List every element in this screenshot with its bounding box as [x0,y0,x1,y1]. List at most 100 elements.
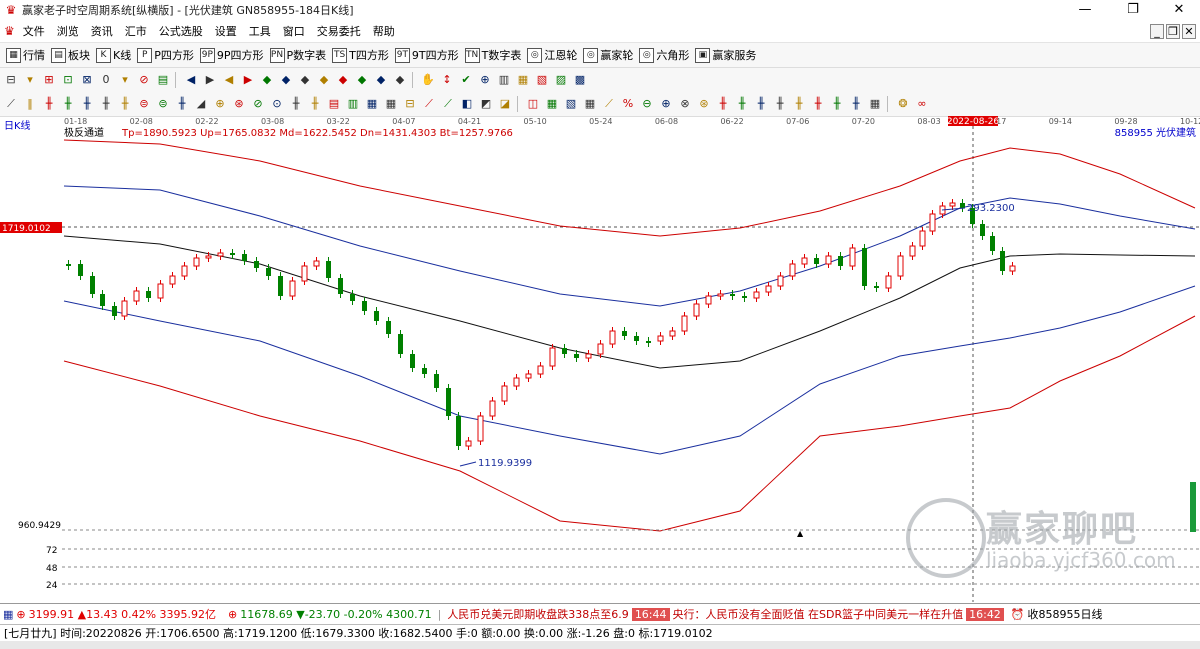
toolbar3-tool-icon-30[interactable]: ▦ [582,96,598,112]
candle[interactable] [634,336,639,341]
toolbar3-tool-icon-27[interactable]: ◫ [525,96,541,112]
candle[interactable] [374,311,379,321]
mdi-minimize-button[interactable]: _ [1150,24,1164,39]
candle[interactable] [338,278,343,294]
toolbar3-tool-icon-34[interactable]: ⊕ [658,96,674,112]
candle[interactable] [562,348,567,354]
candle[interactable] [919,230,926,247]
candle[interactable] [456,416,461,446]
candle[interactable] [597,343,604,355]
candle[interactable] [422,368,427,374]
toolbar3-tool-icon-1[interactable]: ‖ [22,96,38,112]
toolbar3-tool-icon-23[interactable]: ⟋ [440,96,456,112]
toolbar3-tool-icon-11[interactable]: ⊕ [212,96,228,112]
toolbar2-tool-icon-8[interactable]: ▤ [155,72,171,88]
toolbar2-tool-icon-10[interactable]: ▶ [202,72,218,88]
candle[interactable] [814,258,819,264]
toolbar2-tool-icon-29[interactable]: ▩ [572,72,588,88]
candle[interactable] [693,303,700,317]
candle[interactable] [574,354,579,358]
candle[interactable] [862,248,867,286]
toolbar3-tool-icon-40[interactable]: ╫ [772,96,788,112]
news-item-2[interactable]: 央行：人民币没有全面贬值 在SDR篮子中同美元一样在升值 [673,606,964,622]
candle[interactable] [398,334,403,354]
toolbar-button-4[interactable]: 9P 9P四方形 [199,47,264,63]
candle[interactable] [525,373,532,379]
candle[interactable] [301,265,308,282]
toolbar3-tool-icon-2[interactable]: ╫ [41,96,57,112]
candle[interactable] [193,257,200,267]
candle[interactable] [838,256,843,266]
toolbar3-tool-icon-35[interactable]: ⊗ [677,96,693,112]
toolbar2-tool-icon-26[interactable]: ▦ [515,72,531,88]
alarm-icon[interactable]: ⏰ [1011,608,1025,621]
toolbar3-tool-icon-42[interactable]: ╫ [810,96,826,112]
candle[interactable] [90,276,95,294]
candle[interactable] [730,294,735,296]
toolbar-button-5[interactable]: PN P数字表 [269,47,326,63]
candle[interactable] [230,253,235,255]
minimize-button[interactable]: — [1062,0,1108,20]
mdi-restore-button[interactable]: ❐ [1166,24,1180,39]
toolbar3-tool-icon-25[interactable]: ◩ [478,96,494,112]
toolbar3-tool-icon-41[interactable]: ╫ [791,96,807,112]
candle[interactable] [622,331,627,336]
candle[interactable] [765,285,772,293]
candle[interactable] [585,353,592,359]
candle[interactable] [289,280,296,297]
close-button[interactable]: ✕ [1156,0,1200,20]
toolbar3-tool-icon-7[interactable]: ⊜ [136,96,152,112]
toolbar2-tool-icon-21[interactable]: ✋ [420,72,436,88]
candle[interactable] [513,377,520,387]
candle[interactable] [254,261,259,268]
menu-item-0[interactable]: 文件 [17,23,51,39]
candle[interactable] [980,224,985,236]
candle[interactable] [549,347,556,367]
toolbar3-tool-icon-0[interactable]: ⟋ [3,96,19,112]
candle[interactable] [777,275,784,287]
toolbar-button-3[interactable]: P P四方形 [137,47,194,63]
toolbar2-tool-icon-18[interactable]: ◆ [354,72,370,88]
candle[interactable] [669,330,676,337]
toolbar2-tool-icon-11[interactable]: ◀ [221,72,237,88]
news-item-1[interactable]: 人民币兑美元即期收盘跌338点至6.9 [447,606,629,622]
candle[interactable] [949,202,956,207]
candle[interactable] [1000,251,1005,271]
candle[interactable] [266,268,271,276]
toolbar3-tool-icon-18[interactable]: ▥ [345,96,361,112]
toolbar3-tool-icon-33[interactable]: ⊖ [639,96,655,112]
candle[interactable] [157,283,164,299]
toolbar3-tool-icon-22[interactable]: ⟋ [421,96,437,112]
toolbar2-tool-icon-25[interactable]: ▥ [496,72,512,88]
candle[interactable] [100,294,105,306]
candle[interactable] [78,264,83,276]
candle[interactable] [66,264,71,266]
toolbar3-tool-icon-46[interactable]: ❂ [895,96,911,112]
toolbar-button-11[interactable]: ◎ 六角形 [639,47,689,63]
toolbar3-tool-icon-6[interactable]: ╫ [117,96,133,112]
toolbar3-tool-icon-16[interactable]: ╫ [307,96,323,112]
toolbar3-tool-icon-44[interactable]: ╫ [848,96,864,112]
candle[interactable] [350,294,355,301]
candle[interactable] [789,263,796,277]
candle[interactable] [326,261,331,278]
menu-item-5[interactable]: 设置 [209,23,243,39]
toolbar2-tool-icon-24[interactable]: ⊕ [477,72,493,88]
toolbar2-tool-icon-1[interactable]: ▾ [22,72,38,88]
toolbar2-tool-icon-12[interactable]: ▶ [240,72,256,88]
toolbar2-tool-icon-5[interactable]: 0 [98,72,114,88]
toolbar3-tool-icon-5[interactable]: ╫ [98,96,114,112]
toolbar3-tool-icon-8[interactable]: ⊜ [155,96,171,112]
candle[interactable] [169,275,176,285]
candle[interactable] [717,293,724,297]
candle[interactable] [362,301,367,311]
candle[interactable] [885,275,892,289]
toolbar3-tool-icon-21[interactable]: ⊟ [402,96,418,112]
toolbar-button-2[interactable]: K K线 [96,47,131,63]
candle[interactable] [801,257,808,265]
candle[interactable] [849,247,856,267]
toolbar2-tool-icon-6[interactable]: ▾ [117,72,133,88]
toolbar3-tool-icon-38[interactable]: ╫ [734,96,750,112]
toolbar2-tool-icon-9[interactable]: ◀ [183,72,199,88]
candle[interactable] [278,276,283,296]
